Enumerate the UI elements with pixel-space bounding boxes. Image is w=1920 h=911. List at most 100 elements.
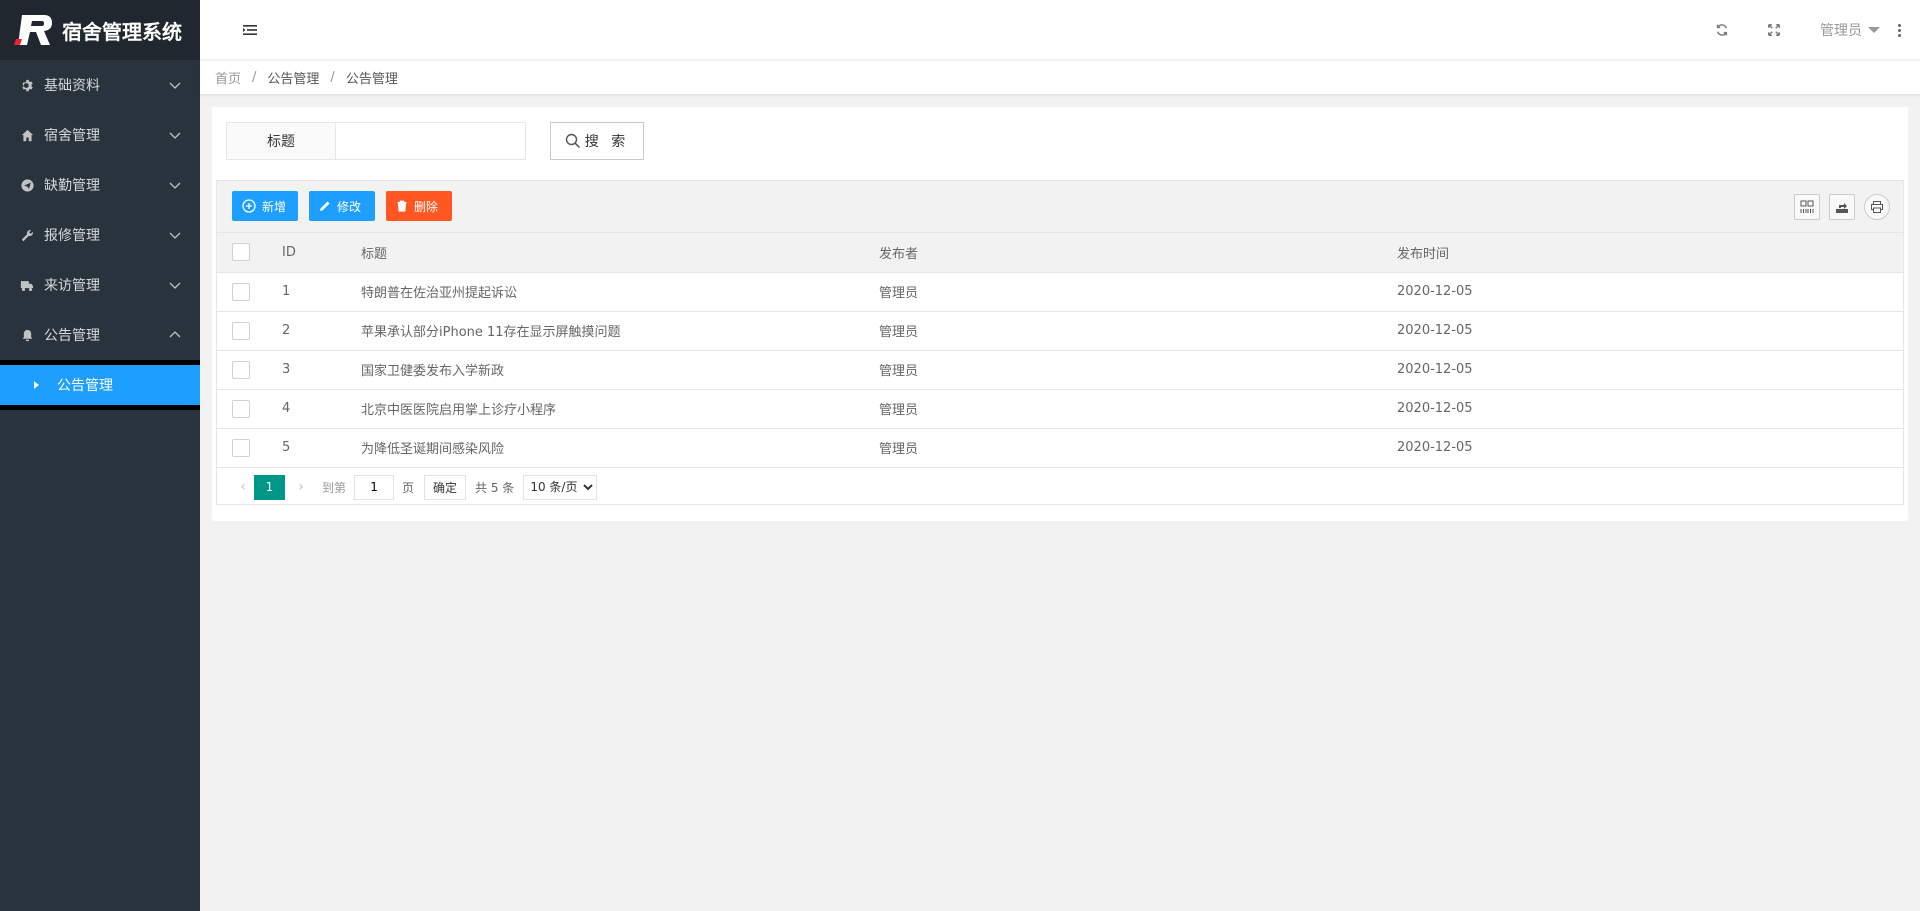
cell-title: 国家卫健委发布入学新政 <box>349 350 867 390</box>
plus-circle-icon <box>242 199 256 213</box>
wrench-icon <box>20 228 34 242</box>
table-toolbar: 新增 修改 删除 <box>217 181 1903 233</box>
total-count: 共 5 条 <box>475 480 515 495</box>
breadcrumb: 首页 / 公告管理 / 公告管理 <box>200 61 1920 95</box>
top-header: 管理员 <box>200 0 1920 60</box>
logo-icon <box>14 15 52 45</box>
search-form: 标题 搜 索 <box>226 122 644 160</box>
chevron-down-icon <box>169 232 181 239</box>
edit-button[interactable]: 修改 <box>309 191 375 221</box>
cell-time: 2020-12-05 <box>1385 350 1903 390</box>
sidebar-item-notice[interactable]: 公告管理 <box>0 310 200 360</box>
print-icon[interactable] <box>1864 194 1890 220</box>
sidebar-item-label: 基础资料 <box>44 78 100 94</box>
add-button[interactable]: 新增 <box>232 191 298 221</box>
cell-id: 2 <box>269 311 349 351</box>
current-page[interactable]: 1 <box>254 474 285 500</box>
caret-right-icon <box>34 381 39 389</box>
next-page-icon[interactable]: › <box>290 479 312 495</box>
sidebar-item-visit[interactable]: 来访管理 <box>0 260 200 310</box>
cell-title: 北京中医医院启用掌上诊疗小程序 <box>349 389 867 429</box>
cell-id: 4 <box>269 389 349 429</box>
page-size-select[interactable]: 10 条/页 <box>523 474 598 500</box>
cell-id: 5 <box>269 428 349 468</box>
cell-publisher: 管理员 <box>867 350 1385 390</box>
breadcrumb-separator: / <box>330 70 335 85</box>
prev-page-icon[interactable]: ‹ <box>232 479 254 495</box>
menu-toggle-icon[interactable] <box>242 22 258 38</box>
sidebar-item-label: 公告管理 <box>44 328 100 344</box>
cell-time: 2020-12-05 <box>1385 311 1903 351</box>
select-all-checkbox[interactable] <box>232 243 250 262</box>
sidebar-item-repair[interactable]: 报修管理 <box>0 210 200 260</box>
data-table: 新增 修改 删除 ID 标题 发布者 发布时间 1 特朗普在佐治亚州提起诉讼 管… <box>216 180 1904 505</box>
export-icon[interactable] <box>1829 194 1855 220</box>
row-checkbox[interactable] <box>232 438 250 457</box>
delete-button[interactable]: 删除 <box>386 191 452 221</box>
user-menu[interactable]: 管理员 <box>1820 20 1880 40</box>
goto-confirm-button[interactable]: 确定 <box>424 474 467 500</box>
columns-filter-icon[interactable] <box>1794 194 1820 220</box>
breadcrumb-level1[interactable]: 公告管理 <box>267 68 319 87</box>
row-checkbox[interactable] <box>232 360 250 379</box>
truck-icon <box>20 278 34 292</box>
search-label: 标题 <box>226 122 336 160</box>
sidebar-item-label: 来访管理 <box>44 278 100 294</box>
title-search-input[interactable] <box>336 122 526 160</box>
chevron-down-icon <box>169 182 181 189</box>
table-row[interactable]: 5 为降低圣诞期间感染风险 管理员 2020-12-05 <box>217 428 1903 468</box>
send-icon <box>20 178 34 192</box>
column-header-title[interactable]: 标题 <box>349 233 867 273</box>
breadcrumb-home[interactable]: 首页 <box>215 68 241 87</box>
sidebar: 宿舍管理系统 基础资料 宿舍管理 缺勤管理 报修管理 来访管理 公告管理 公告管… <box>0 0 200 911</box>
app-title: 宿舍管理系统 <box>62 19 182 44</box>
table-row[interactable]: 2 苹果承认部分iPhone 11存在显示屏触摸问题 管理员 2020-12-0… <box>217 311 1903 351</box>
notice-table: ID 标题 发布者 发布时间 1 特朗普在佐治亚州提起诉讼 管理员 2020-1… <box>217 233 1903 468</box>
sidebar-item-absence[interactable]: 缺勤管理 <box>0 160 200 210</box>
goto-label: 到第 <box>322 480 347 495</box>
cell-id: 1 <box>269 272 349 312</box>
more-vertical-icon[interactable] <box>1898 23 1902 37</box>
sidebar-item-label: 宿舍管理 <box>44 128 100 144</box>
refresh-icon[interactable] <box>1714 22 1730 38</box>
delete-button-label: 删除 <box>414 199 439 214</box>
search-button-label: 搜 索 <box>584 134 630 150</box>
row-checkbox[interactable] <box>232 282 250 301</box>
table-row[interactable]: 1 特朗普在佐治亚州提起诉讼 管理员 2020-12-05 <box>217 272 1903 312</box>
table-header-row: ID 标题 发布者 发布时间 <box>217 233 1903 273</box>
caret-down-icon <box>1868 27 1880 33</box>
cell-publisher: 管理员 <box>867 428 1385 468</box>
table-row[interactable]: 4 北京中医医院启用掌上诊疗小程序 管理员 2020-12-05 <box>217 389 1903 429</box>
cell-time: 2020-12-05 <box>1385 428 1903 468</box>
search-button[interactable]: 搜 索 <box>550 122 644 160</box>
table-row[interactable]: 3 国家卫健委发布入学新政 管理员 2020-12-05 <box>217 350 1903 390</box>
sidebar-subitem-notice-manage[interactable]: 公告管理 <box>0 365 200 405</box>
fullscreen-icon[interactable] <box>1766 22 1782 38</box>
row-checkbox[interactable] <box>232 399 250 418</box>
cell-publisher: 管理员 <box>867 389 1385 429</box>
sidebar-submenu: 公告管理 <box>0 360 200 410</box>
row-checkbox[interactable] <box>232 321 250 340</box>
cell-publisher: 管理员 <box>867 272 1385 312</box>
trash-icon <box>396 200 408 212</box>
chevron-down-icon <box>169 132 181 139</box>
column-header-publisher[interactable]: 发布者 <box>867 233 1385 273</box>
sidebar-item-basic-data[interactable]: 基础资料 <box>0 60 200 110</box>
chevron-up-icon <box>169 331 181 338</box>
sidebar-item-dorm[interactable]: 宿舍管理 <box>0 110 200 160</box>
pagination: ‹ 1 › 到第 页 确定 共 5 条 10 条/页 <box>217 468 1903 507</box>
column-header-time[interactable]: 发布时间 <box>1385 233 1903 273</box>
search-icon <box>565 133 580 149</box>
logo[interactable]: 宿舍管理系统 <box>0 0 200 60</box>
home-icon <box>20 128 34 142</box>
column-header-id[interactable]: ID <box>269 233 349 273</box>
page-label: 页 <box>402 480 415 495</box>
gear-icon <box>20 78 34 92</box>
chevron-down-icon <box>169 82 181 89</box>
cell-title: 为降低圣诞期间感染风险 <box>349 428 867 468</box>
goto-page-input[interactable] <box>354 474 395 500</box>
add-button-label: 新增 <box>262 199 287 214</box>
cell-publisher: 管理员 <box>867 311 1385 351</box>
user-name: 管理员 <box>1820 23 1862 39</box>
edit-button-label: 修改 <box>337 199 362 214</box>
